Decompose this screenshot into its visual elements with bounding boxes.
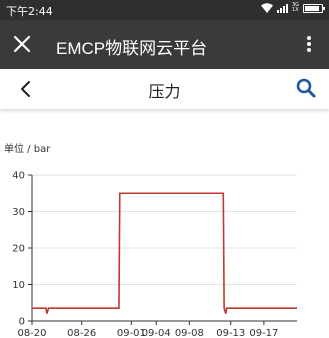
search-icon[interactable] — [295, 77, 317, 99]
x-tick-label: 09-13 — [216, 328, 245, 338]
pressure-chart: 010203040 08-20 08-26 09-0109-04 09-08 09-13… — [12, 171, 297, 338]
app-bar: EMCP物联网云平台 — [0, 20, 329, 69]
x-tick-label: 08-20 — [17, 328, 46, 338]
page-title: 压力 — [148, 82, 181, 101]
x-tick-label: 09-17 — [249, 328, 278, 338]
app-title: EMCP物联网云平台 — [56, 39, 208, 58]
y-tick-label: 30 — [12, 207, 25, 218]
y-tick-label: 0 — [19, 317, 25, 328]
network-type-bottom: 1X — [291, 7, 299, 13]
status-icons: 3G 1X — [260, 3, 325, 13]
y-tick-label: 40 — [12, 171, 25, 182]
close-icon[interactable] — [12, 34, 32, 54]
y-tick-label: 10 — [12, 280, 25, 291]
wifi-icon — [260, 3, 273, 13]
more-vert-icon[interactable] — [299, 34, 319, 54]
signal-icon — [276, 3, 288, 13]
network-type-indicator: 3G 1X — [292, 3, 299, 13]
status-bar: 下午2:44 3G 1X — [0, 0, 329, 20]
y-axis-ticks: 0 10 20 30 40 — [12, 171, 32, 328]
battery-icon — [303, 3, 325, 13]
x-tick-label: 09-04 — [142, 328, 171, 338]
page-header: 压力 — [0, 69, 329, 109]
status-time: 下午2:44 — [6, 5, 53, 18]
unit-label: 单位 / bar — [4, 144, 51, 155]
x-tick-label: 08-26 — [67, 328, 96, 338]
x-axis-ticks: 08-20 08-26 09-0109-04 09-08 09-13 09-17 — [17, 321, 278, 338]
y-tick-label: 20 — [12, 244, 25, 255]
x-tick-label: 09-08 — [175, 328, 204, 338]
chart-grid — [32, 174, 297, 285]
